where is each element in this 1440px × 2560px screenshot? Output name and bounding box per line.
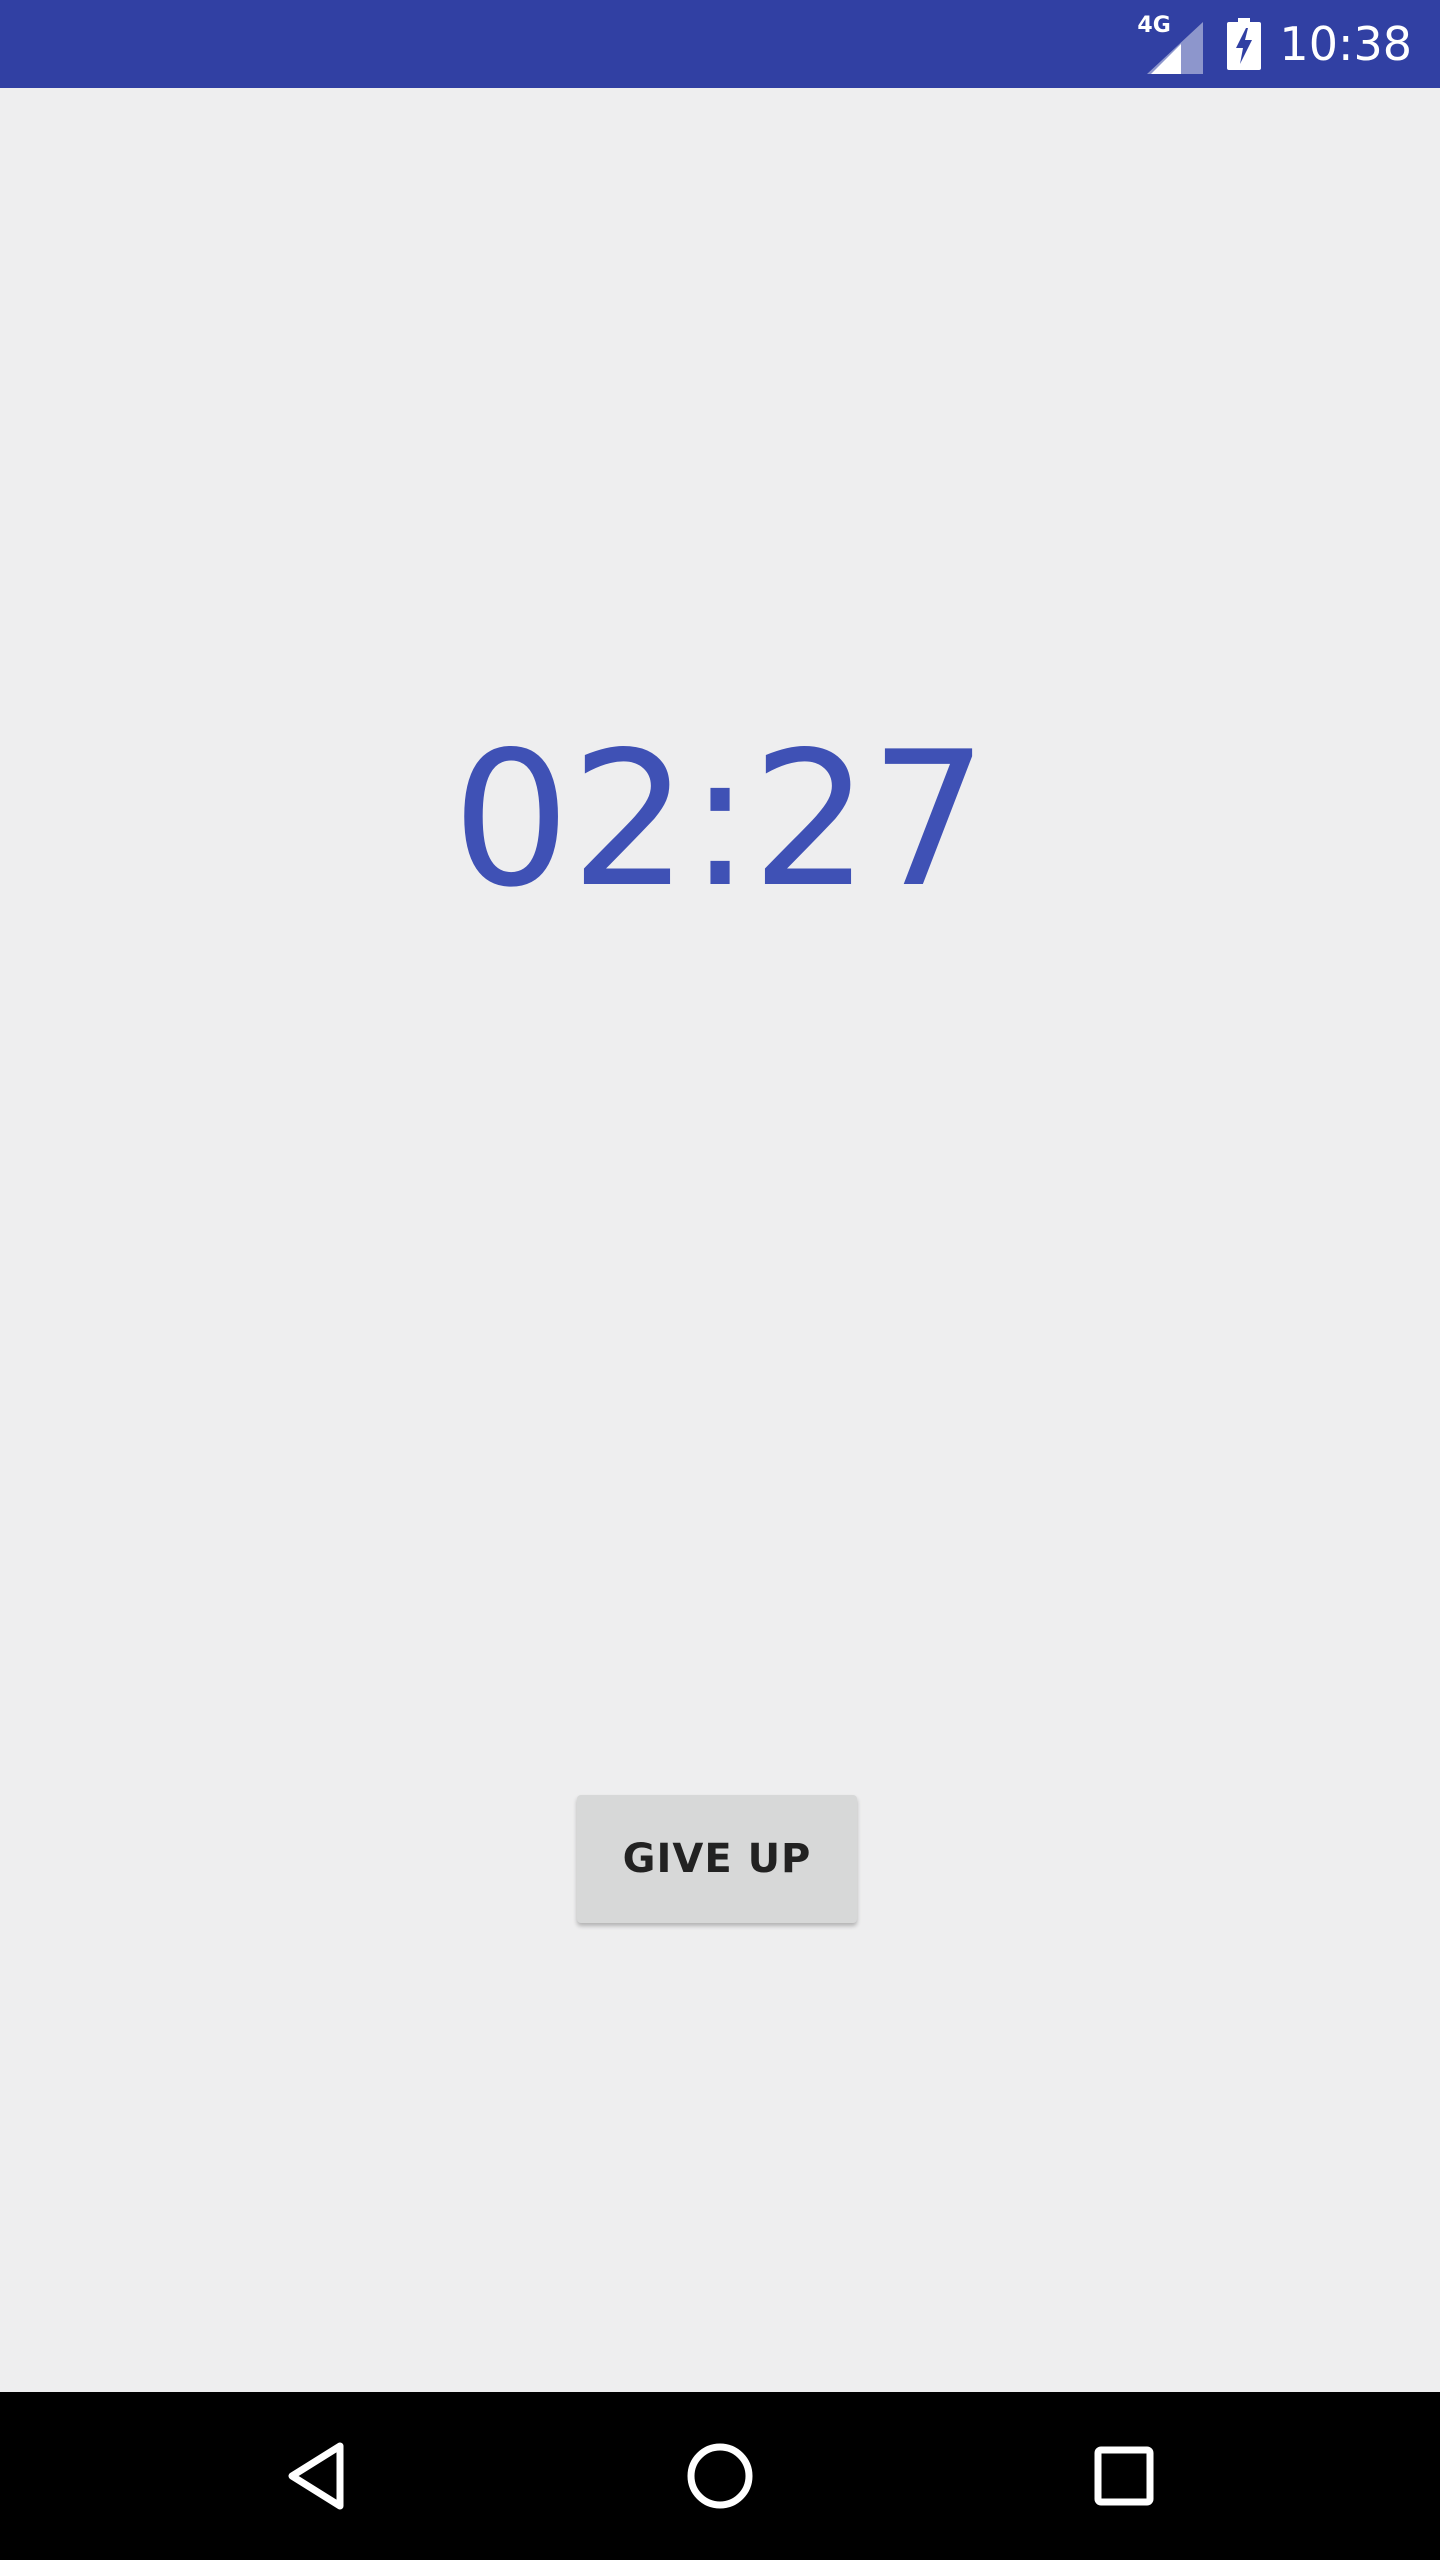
recents-button[interactable]	[1044, 2392, 1204, 2560]
back-triangle-icon	[288, 2442, 344, 2510]
battery-charging-icon	[1227, 18, 1262, 70]
back-button[interactable]	[236, 2392, 396, 2560]
status-clock: 10:38	[1279, 17, 1412, 71]
home-button[interactable]	[640, 2392, 800, 2560]
home-circle-icon	[687, 2443, 753, 2509]
navigation-bar	[0, 2392, 1440, 2560]
network-indicator: 4G	[1137, 14, 1204, 74]
status-bar: 4G 10:38	[0, 0, 1440, 88]
countdown-timer: 02:27	[451, 711, 989, 928]
recents-square-icon	[1094, 2446, 1154, 2506]
give-up-button[interactable]: GIVE UP	[577, 1795, 857, 1923]
cell-signal-icon	[1147, 22, 1204, 74]
status-icons: 4G 10:38	[1137, 0, 1412, 88]
